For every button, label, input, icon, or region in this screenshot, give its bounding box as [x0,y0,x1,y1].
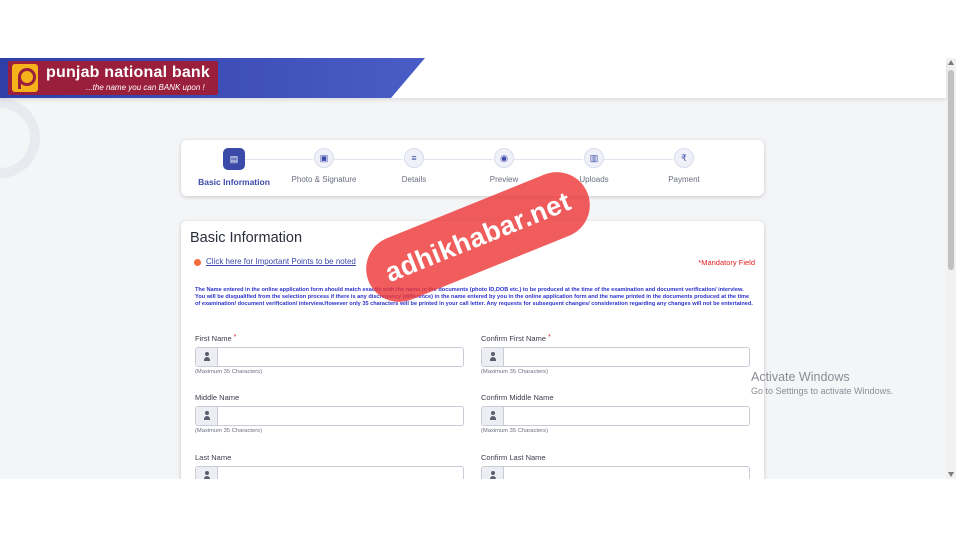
step-label: Payment [668,175,700,184]
user-icon [482,467,504,479]
required-marker: * [233,334,237,341]
confirm-middle-name-input[interactable] [505,407,749,425]
scroll-down-arrow-icon[interactable] [948,472,954,477]
middle-name-input[interactable] [219,407,463,425]
user-icon [196,467,218,479]
scroll-up-arrow-icon[interactable] [948,60,954,65]
confirm-first-name-hint: (Maximum 35 Characters) [481,369,549,375]
confirm-last-name-input[interactable] [505,467,749,479]
confirm-first-name-field[interactable] [481,347,750,367]
last-name-field[interactable] [195,466,464,479]
name-instruction-text: The Name entered in the online applicati… [195,287,753,308]
pnb-logo-mark-icon [12,64,38,92]
step-photo-signature[interactable]: ▣ Photo & Signature [279,148,369,184]
confirm-first-name-input[interactable] [505,348,749,366]
eye-icon: ◉ [494,148,514,168]
middle-name-hint: (Maximum 35 Characters) [195,428,263,434]
first-name-label: First Name * [195,334,237,343]
background-decoration [0,98,40,178]
middle-name-field[interactable] [195,406,464,426]
activate-windows-overlay: Activate Windows Go to Settings to activ… [751,370,893,396]
confirm-first-name-label: Confirm First Name * [481,334,551,343]
id-card-icon: ▤ [223,148,245,170]
user-icon [196,407,218,425]
bank-name: punjab national bank [46,64,211,81]
first-name-field[interactable] [195,347,464,367]
last-name-label: Last Name [195,453,232,462]
activate-windows-title: Activate Windows [751,370,850,384]
confirm-middle-name-label: Confirm Middle Name [481,393,554,402]
rupee-icon: ₹ [674,148,694,168]
document-icon: ≡ [404,148,424,168]
mandatory-field-note: *Mandatory Field [698,258,755,267]
confirm-middle-name-hint: (Maximum 35 Characters) [481,428,549,434]
activate-windows-subtitle: Go to Settings to activate Windows. [751,386,894,396]
confirm-last-name-field[interactable] [481,466,750,479]
confirm-last-name-label: Confirm Last Name [481,453,546,462]
middle-name-label: Middle Name [195,393,240,402]
upload-file-icon: ▥ [584,148,604,168]
confirm-middle-name-field[interactable] [481,406,750,426]
last-name-input[interactable] [219,467,463,479]
image-icon: ▣ [314,148,334,168]
step-payment[interactable]: ₹ Payment [639,148,729,184]
bullet-dot-icon [194,259,201,266]
scrollbar-thumb[interactable] [948,70,954,270]
step-label: Basic Information [198,177,270,187]
step-basic-information[interactable]: ▤ Basic Information [189,148,279,187]
user-icon [196,348,218,366]
first-name-input[interactable] [219,348,463,366]
form-title: Basic Information [190,230,303,246]
page-scrollbar[interactable] [946,58,956,479]
step-label: Photo & Signature [291,175,357,184]
first-name-hint: (Maximum 35 Characters) [195,369,263,375]
important-points-link[interactable]: Click here for Important Points to be no… [206,257,356,266]
required-marker: * [548,334,551,341]
site-header: punjab national bank ...the name you can… [0,58,946,98]
step-details[interactable]: ≡ Details [369,148,459,184]
user-icon [482,407,504,425]
pnb-logo[interactable]: punjab national bank ...the name you can… [8,61,218,95]
user-icon [482,348,504,366]
bank-tagline: ...the name you can BANK upon ! [86,83,205,92]
step-label: Details [401,175,427,184]
application-stepper: ▤ Basic Information ▣ Photo & Signature … [181,140,764,196]
